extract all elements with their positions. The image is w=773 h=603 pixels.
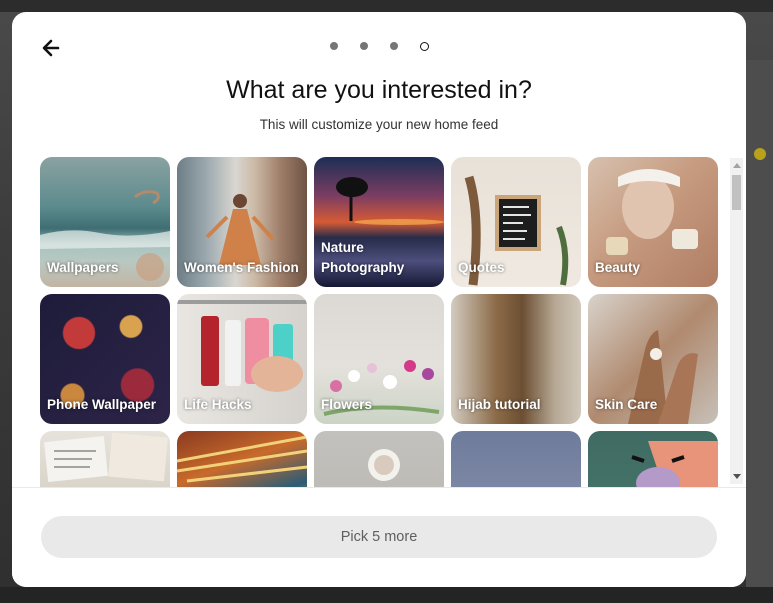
topic-tile-beauty[interactable]: Beauty (588, 157, 718, 287)
topics-scrollbar[interactable] (730, 158, 743, 484)
topic-tile-flowers[interactable]: Flowers (314, 294, 444, 424)
backdrop-top-strip (0, 0, 773, 12)
topic-tile-papers[interactable] (40, 431, 170, 487)
topic-label: Quotes (458, 260, 505, 275)
scroll-down-arrow-icon[interactable] (733, 474, 741, 479)
topic-label: Beauty (595, 260, 641, 275)
topic-tile-cartoon[interactable] (588, 431, 718, 487)
pick-more-button[interactable]: Pick 5 more (41, 516, 717, 558)
topic-tile-quotes[interactable]: Quotes (451, 157, 581, 287)
topic-label: Skin Care (595, 397, 658, 412)
step-dot-1 (329, 42, 338, 50)
topic-label: Life Hacks (184, 397, 252, 412)
modal-footer: Pick 5 more (12, 487, 746, 587)
topic-tile-phone-wallpaper[interactable]: Phone Wallpaper (40, 294, 170, 424)
topics-grid-viewport[interactable]: Wallpapers Women's Fashion Nature Photog… (40, 157, 718, 487)
topic-tile-life-hacks[interactable]: Life Hacks (177, 294, 307, 424)
topic-label: Hijab tutorial (458, 397, 541, 412)
step-indicator (12, 41, 746, 51)
scrollbar-thumb[interactable] (732, 175, 741, 210)
topic-tile-wallpapers[interactable]: Wallpapers (40, 157, 170, 287)
topic-tile-paint-brushes[interactable] (177, 431, 307, 487)
backdrop-bottom-strip (0, 587, 773, 603)
papers-icon (44, 432, 168, 483)
backdrop-right-edge (746, 60, 773, 603)
topic-label: Flowers (321, 397, 373, 412)
coffee-cup-icon (368, 449, 400, 481)
topic-label: Women's Fashion (184, 260, 299, 275)
interest-picker-modal: What are you interested in? This will cu… (12, 12, 746, 587)
topic-label: Nature Photography (321, 240, 405, 275)
topic-label: Wallpapers (47, 260, 119, 275)
notification-dot-icon (754, 148, 766, 160)
modal-subtitle: This will customize your new home feed (259, 117, 499, 132)
topics-grid: Wallpapers Women's Fashion Nature Photog… (40, 157, 718, 487)
topic-tile-blue-sky[interactable] (451, 431, 581, 487)
scroll-up-arrow-icon[interactable] (733, 163, 741, 168)
topic-tile-womens-fashion[interactable]: Women's Fashion (177, 157, 307, 287)
topic-tile-hijab-tutorial[interactable]: Hijab tutorial (451, 294, 581, 424)
step-dot-2 (359, 42, 368, 50)
topic-tile-coffee-cup[interactable] (314, 431, 444, 487)
paint-brushes-icon (177, 435, 307, 483)
step-dot-3 (389, 42, 398, 50)
topic-label: Phone Wallpaper (47, 397, 157, 412)
topic-tile-nature-photography[interactable]: Nature Photography (314, 157, 444, 287)
modal-title: What are you interested in? (226, 76, 532, 104)
cartoon-icon (631, 441, 718, 487)
step-dot-4-current (419, 41, 429, 51)
topic-tile-skin-care[interactable]: Skin Care (588, 294, 718, 424)
